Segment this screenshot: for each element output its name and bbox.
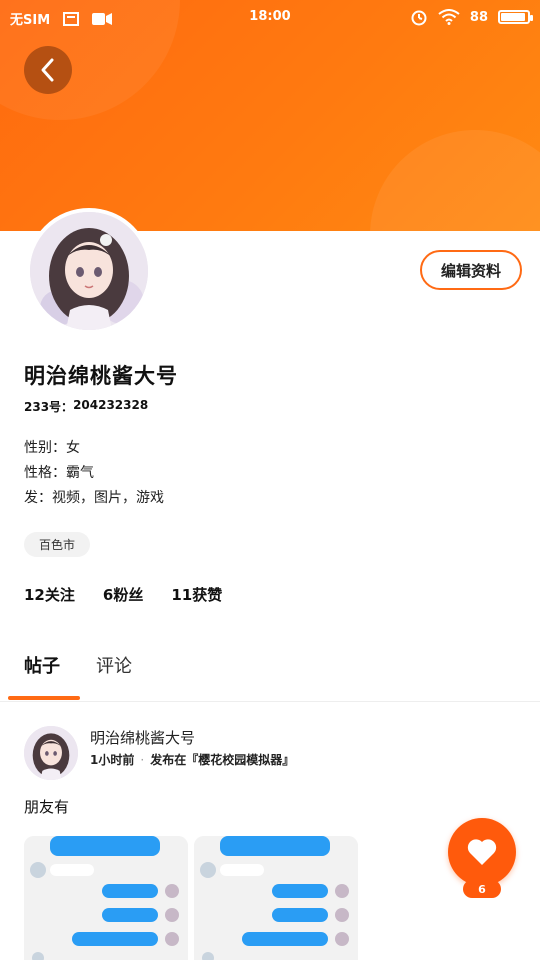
post-text: 朋友有 bbox=[24, 798, 70, 816]
profile-name: 明治绵桃酱大号 bbox=[24, 364, 178, 388]
bio-line: 性格：霸气 bbox=[24, 465, 94, 481]
status-bar: 无SIM 18:00 88 bbox=[0, 0, 540, 34]
post-published-in[interactable]: 发布在『樱花校园模拟器』 bbox=[150, 751, 294, 768]
post-author-name[interactable]: 明治绵桃酱大号 bbox=[90, 727, 195, 748]
bio-line: 发：视频，图片，游戏 bbox=[24, 490, 164, 506]
edit-profile-button[interactable]: 编辑资料 bbox=[420, 250, 522, 290]
stat-count: 6 bbox=[102, 586, 114, 604]
stat-label: 关注 bbox=[44, 586, 75, 604]
active-tab-indicator bbox=[8, 696, 80, 700]
content-tabs: 帖子 评论 bbox=[0, 640, 540, 702]
tab-posts[interactable]: 帖子 bbox=[24, 652, 60, 678]
post-meta: 1小时前 · 发布在『樱花校园模拟器』 bbox=[90, 751, 294, 768]
profile-stats: 12 关注 6 粉丝 11 获赞 bbox=[24, 584, 222, 605]
chevron-left-icon bbox=[41, 58, 54, 82]
back-button[interactable] bbox=[24, 46, 72, 94]
uid-label: 233号： bbox=[24, 400, 74, 414]
post-author-avatar[interactable] bbox=[24, 726, 78, 780]
post-image[interactable] bbox=[194, 836, 358, 960]
stat-following[interactable]: 12 关注 bbox=[24, 584, 75, 605]
anime-girl-avatar-image bbox=[30, 212, 148, 330]
heart-icon bbox=[467, 839, 497, 865]
like-button[interactable] bbox=[448, 818, 516, 886]
status-right: 88 bbox=[410, 8, 533, 26]
stat-count: 11 bbox=[171, 586, 193, 604]
alarm-icon bbox=[411, 10, 427, 26]
tab-comments[interactable]: 评论 bbox=[96, 652, 132, 678]
decor-circle bbox=[370, 130, 540, 231]
anime-girl-avatar-image bbox=[24, 726, 78, 780]
bio-line: 性别：女 bbox=[24, 440, 80, 456]
city-tag: 百色市 bbox=[24, 532, 90, 557]
profile-avatar[interactable] bbox=[26, 208, 152, 334]
chat-screenshot-image bbox=[24, 836, 188, 960]
post-time: 1小时前 bbox=[90, 753, 135, 767]
uid-value: 204232328 bbox=[73, 398, 149, 412]
meta-separator: · bbox=[140, 752, 145, 767]
like-count-badge: 6 bbox=[463, 880, 501, 898]
stat-followers[interactable]: 6 粉丝 bbox=[103, 584, 143, 605]
profile-uid: 233号： 204232328 bbox=[24, 398, 148, 415]
chat-screenshot-image bbox=[194, 836, 358, 960]
stat-likes[interactable]: 11 获赞 bbox=[171, 584, 222, 605]
stat-label: 获赞 bbox=[192, 586, 223, 604]
stat-label: 粉丝 bbox=[113, 586, 144, 604]
stat-count: 12 bbox=[24, 586, 45, 604]
wifi-icon bbox=[438, 9, 460, 25]
battery-percent: 88 bbox=[469, 9, 488, 25]
profile-header-banner: 无SIM 18:00 88 bbox=[0, 0, 540, 231]
post-image[interactable] bbox=[24, 836, 188, 960]
battery-icon bbox=[498, 10, 533, 24]
profile-bio: 性别：女 性格：霸气 发：视频，图片，游戏 bbox=[24, 436, 164, 511]
